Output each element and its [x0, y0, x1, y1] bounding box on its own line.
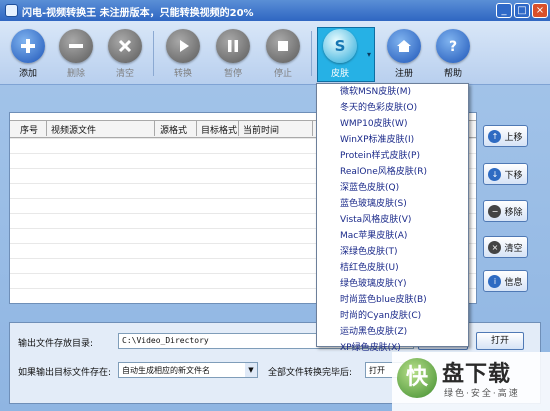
skin-menu-item[interactable]: Mac苹果皮肤(A): [317, 228, 468, 244]
site-watermark: 快 盘下载 绿色·安全·高速: [392, 352, 550, 411]
arrow-up-icon: ↑: [488, 129, 502, 143]
register-label: 注册: [394, 69, 413, 79]
column-divider: [154, 121, 155, 136]
skin-menu-item[interactable]: 桔红色皮肤(U): [317, 260, 468, 276]
arrow-down-icon: ↓: [488, 167, 502, 181]
pause-label: 暂停: [223, 69, 242, 79]
skin-menu-item[interactable]: 冬天的色彩皮肤(O): [317, 100, 468, 116]
skin-menu-item[interactable]: 深蓝色皮肤(Q): [317, 180, 468, 196]
stop-button[interactable]: 停止: [262, 29, 304, 79]
done-label: 全部文件转换完毕后:: [268, 368, 353, 378]
skin-menu-item[interactable]: 时尚蓝色blue皮肤(B): [317, 292, 468, 308]
home-icon: [387, 29, 421, 63]
move-down-button[interactable]: ↓ 下移: [483, 163, 528, 185]
close-button[interactable]: ×: [532, 3, 548, 18]
minimize-button[interactable]: _: [496, 3, 512, 18]
skin-menu-item[interactable]: 深绿色皮肤(T): [317, 244, 468, 260]
watermark-logo: 快: [397, 358, 437, 398]
column-divider: [238, 121, 239, 136]
x-icon: [108, 29, 142, 63]
clear-button[interactable]: 清空: [104, 29, 146, 79]
skin-menu-item[interactable]: Vista风格皮肤(V): [317, 212, 468, 228]
remove-button[interactable]: − 移除: [483, 200, 528, 222]
add-label: 添加: [18, 69, 37, 79]
dropdown-arrow-icon[interactable]: ▾: [367, 50, 371, 59]
watermark-tagline: 绿色·安全·高速: [444, 389, 520, 399]
exists-select-value: 自动生成相应的新文件名: [122, 366, 210, 375]
clear-list-button[interactable]: × 清空: [483, 236, 528, 258]
skin-menu: 微软MSN皮肤(M) 冬天的色彩皮肤(O) WMP10皮肤(W) WinXP标准…: [316, 83, 469, 353]
skin-menu-item[interactable]: 蓝色玻璃皮肤(S): [317, 196, 468, 212]
x-icon: ×: [488, 240, 502, 254]
move-down-label: 下移: [504, 170, 523, 181]
skin-menu-item[interactable]: 绿色玻璃皮肤(Y): [317, 276, 468, 292]
convert-label: 转换: [173, 69, 192, 79]
skin-menu-item[interactable]: RealOne风格皮肤(R): [317, 164, 468, 180]
question-icon: ?: [436, 29, 470, 63]
column-divider: [46, 121, 47, 136]
chevron-down-icon: ▼: [245, 363, 257, 377]
exists-label: 如果输出目标文件存在:: [18, 368, 112, 378]
info-label: 信息: [504, 277, 523, 288]
pause-icon: [216, 29, 250, 63]
help-label: 帮助: [443, 69, 462, 79]
pause-button[interactable]: 暂停: [212, 29, 254, 79]
skin-menu-item[interactable]: WinXP标准皮肤(I): [317, 132, 468, 148]
delete-label: 删除: [66, 69, 85, 79]
open-button[interactable]: 打开: [476, 332, 524, 350]
exists-select[interactable]: 自动生成相应的新文件名 ▼: [118, 362, 258, 378]
column-divider: [196, 121, 197, 136]
toolbar-divider: [311, 31, 312, 76]
info-button[interactable]: i 信息: [483, 270, 528, 292]
col-source-file[interactable]: 视频源文件: [51, 123, 96, 136]
col-source-format[interactable]: 源格式: [160, 123, 187, 136]
skin-menu-item[interactable]: 运动黑色皮肤(Z): [317, 324, 468, 340]
remove-label: 移除: [504, 207, 523, 218]
app-icon: [5, 4, 18, 17]
svg-text:S: S: [335, 37, 346, 55]
minus-icon: [59, 29, 93, 63]
move-up-label: 上移: [504, 132, 523, 143]
play-icon: [166, 29, 200, 63]
delete-button[interactable]: 删除: [55, 29, 97, 79]
skin-menu-item[interactable]: 微软MSN皮肤(M): [317, 84, 468, 100]
skin-s-icon: S: [323, 29, 357, 63]
column-divider: [312, 121, 313, 136]
skin-button[interactable]: S 皮肤: [319, 29, 361, 79]
title-bar[interactable]: 闪电-视频转换王 未注册版本，只能转换视频的20% _ □ ×: [0, 0, 550, 21]
window-title: 闪电-视频转换王 未注册版本，只能转换视频的20%: [22, 8, 254, 19]
skin-menu-item[interactable]: 时尚的Cyan皮肤(C): [317, 308, 468, 324]
svg-text:?: ?: [449, 39, 457, 55]
stop-icon: [266, 29, 300, 63]
minus-icon: −: [488, 204, 502, 218]
col-index[interactable]: 序号: [20, 123, 38, 136]
register-button[interactable]: 注册: [383, 29, 425, 79]
col-target-format[interactable]: 目标格式: [201, 123, 237, 136]
help-button[interactable]: ? 帮助: [432, 29, 474, 79]
toolbar-divider: [153, 31, 154, 76]
output-dir-label: 输出文件存放目录:: [18, 339, 94, 349]
skin-menu-item[interactable]: Protein样式皮肤(P): [317, 148, 468, 164]
done-select-value: 打开: [369, 366, 385, 375]
col-current-time[interactable]: 当前时间: [243, 123, 279, 136]
convert-button[interactable]: 转换: [162, 29, 204, 79]
info-icon: i: [488, 274, 502, 288]
watermark-title: 盘下载: [442, 362, 512, 387]
skin-menu-item[interactable]: WMP10皮肤(W): [317, 116, 468, 132]
skin-label: 皮肤: [330, 69, 349, 79]
app-window: 闪电-视频转换王 未注册版本，只能转换视频的20% _ □ × 添加 删除 清空: [0, 0, 550, 411]
clear-list-label: 清空: [504, 243, 523, 254]
plus-icon: [11, 29, 45, 63]
clear-label: 清空: [115, 69, 134, 79]
maximize-button[interactable]: □: [514, 3, 530, 18]
stop-label: 停止: [273, 69, 292, 79]
add-button[interactable]: 添加: [7, 29, 49, 79]
move-up-button[interactable]: ↑ 上移: [483, 125, 528, 147]
